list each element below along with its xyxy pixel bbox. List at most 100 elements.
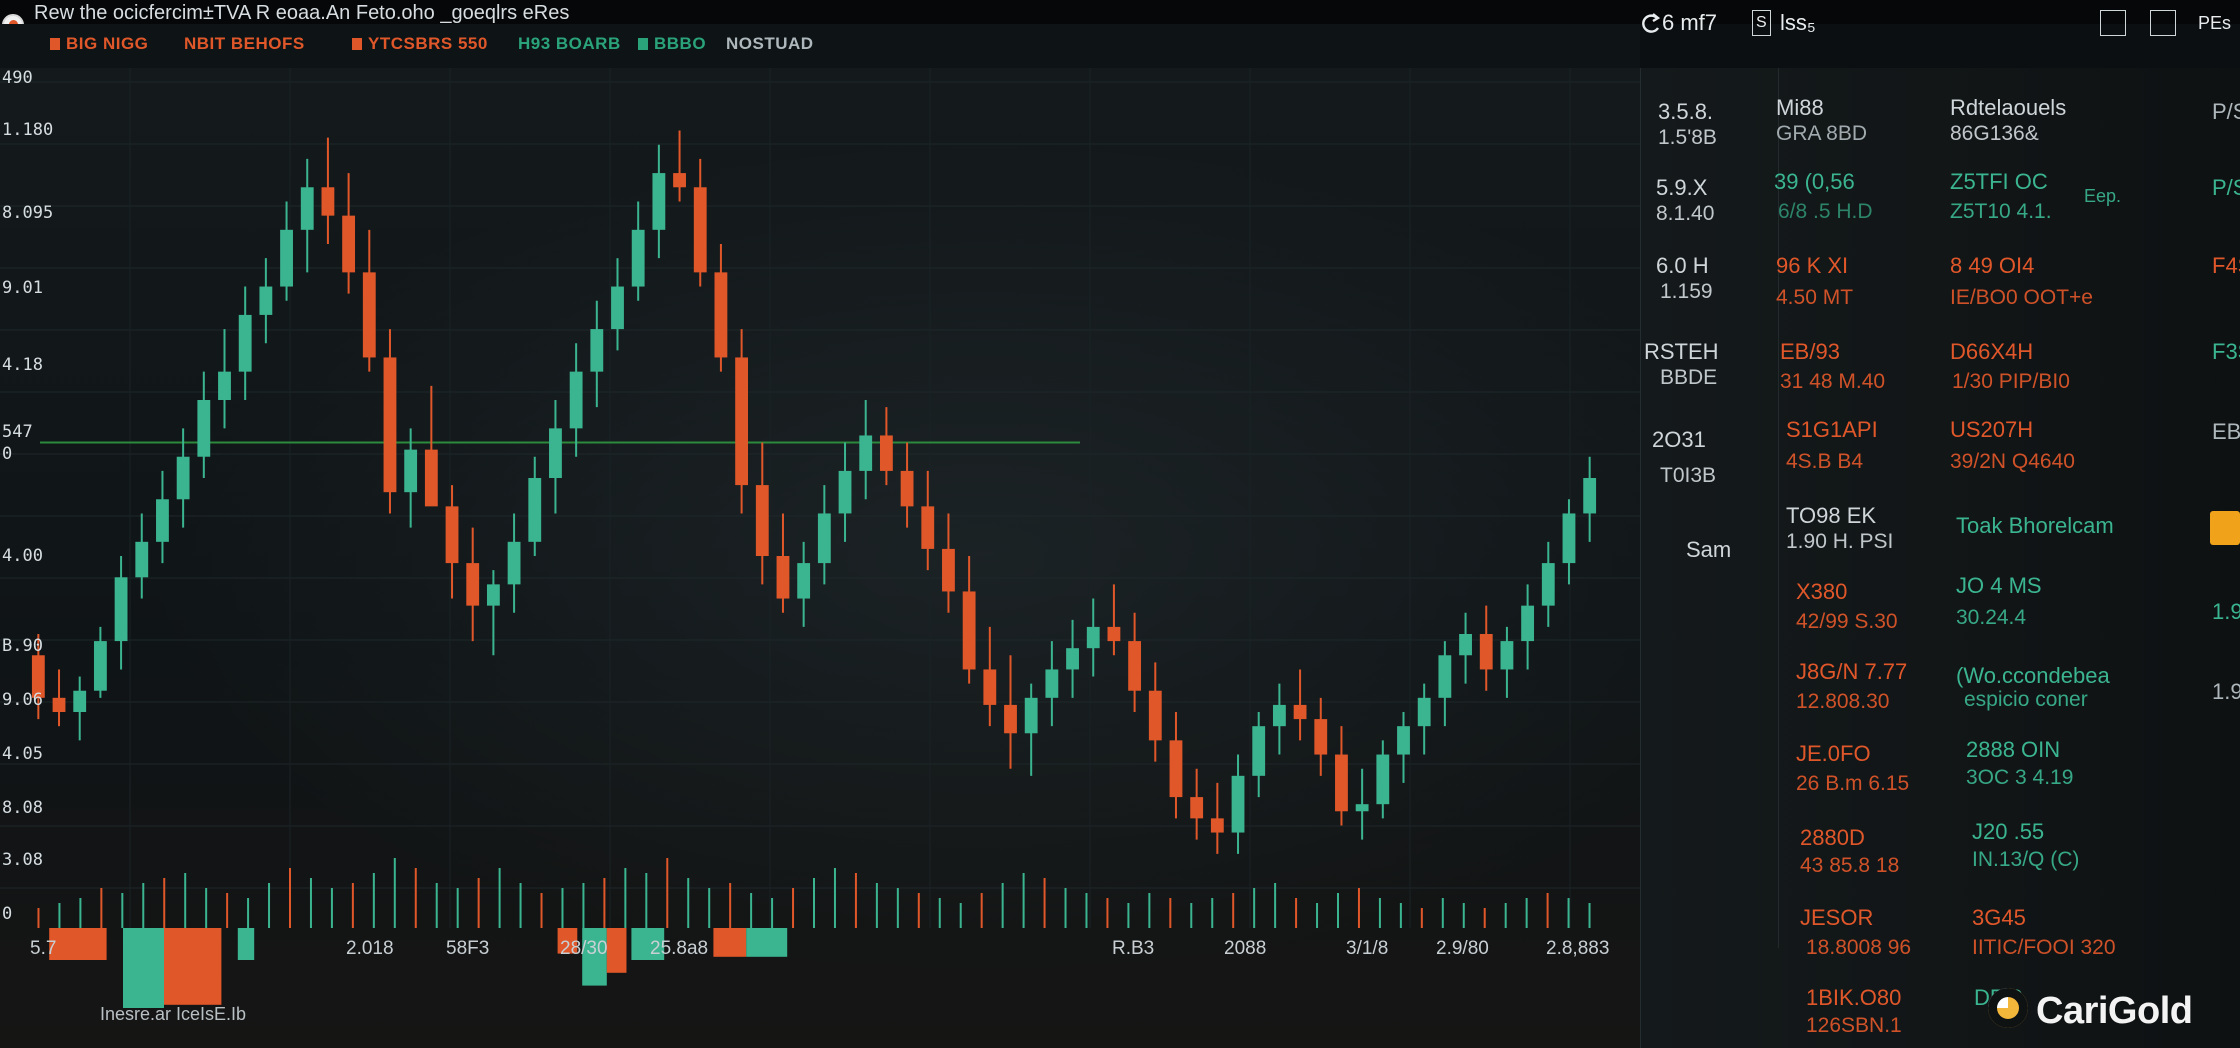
candle-body[interactable] [1210,818,1224,833]
candle-body[interactable] [1169,740,1183,798]
symbol-badge[interactable]: S [1752,10,1771,36]
candle-body[interactable] [1107,626,1121,642]
quote-cell: 96 K XI [1776,253,1849,278]
candle-body[interactable] [859,435,873,471]
candle-body[interactable] [962,591,976,670]
candle-body[interactable] [1004,704,1017,734]
candlestick-chart[interactable] [0,68,1640,1048]
tab-3[interactable]: YTCSBRS 550 [352,34,488,54]
candle-body[interactable] [445,506,459,564]
tab-4[interactable]: H93 BOARB [518,34,621,54]
candle-body[interactable] [879,435,893,471]
candle-body[interactable] [1459,634,1472,656]
quote-cell: Rdtelaouels [1950,95,2067,120]
candle-body[interactable] [1562,513,1576,564]
candle-body[interactable] [735,357,749,486]
candle-body[interactable] [1252,726,1266,776]
quote-cell: 1/30 PIP/BI0 [1952,370,2070,393]
candle-body[interactable] [714,272,728,358]
candle-body[interactable] [1355,804,1369,812]
candle-body[interactable] [1066,648,1079,670]
candle-body[interactable] [300,187,314,230]
candle-body[interactable] [362,272,376,358]
brand-watermark: CariGold [1988,988,2232,1034]
candle-body[interactable] [114,577,128,642]
candle-body[interactable] [1148,690,1162,741]
candle-body[interactable] [1128,641,1142,691]
tab-2[interactable]: NBIT BEHOFS [184,34,305,54]
tab-6[interactable]: NOSTUAD [726,34,814,54]
candle-body[interactable] [652,173,666,230]
price-chart-area[interactable]: 490 1.180 8.095 9.01 4.18 547 0 4.00 B.9… [0,68,1708,1048]
y-axis: 490 1.180 8.095 9.01 4.18 547 0 4.00 B.9… [0,68,53,1048]
candle-body[interactable] [93,641,107,691]
candle-body[interactable] [1521,605,1535,642]
candle-body[interactable] [838,470,852,514]
candle-body[interactable] [1479,634,1493,670]
more-label[interactable]: PEs [2198,10,2231,36]
copy-icon[interactable] [2150,10,2176,36]
candle-body[interactable] [942,548,955,592]
candle-body[interactable] [52,697,66,712]
candle-body[interactable] [611,286,624,330]
candle-body[interactable] [673,173,686,188]
candle-body[interactable] [1024,697,1038,734]
quote-cell: 12.808.30 [1796,690,1890,713]
candle-body[interactable] [197,400,211,457]
candle-body[interactable] [1045,669,1059,698]
candle-body[interactable] [73,690,87,712]
candle-body[interactable] [486,584,500,606]
print-icon[interactable] [2100,10,2126,36]
candle-body[interactable] [176,456,190,500]
candle-body[interactable] [590,329,604,372]
candle-body[interactable] [776,556,790,599]
candle-body[interactable] [817,513,831,564]
quote-cell: 3.5.8. [1658,99,1714,124]
candle-body[interactable] [631,229,645,287]
candle-body[interactable] [1541,563,1555,606]
candle-body[interactable] [1190,797,1204,819]
candle-body[interactable] [1086,626,1100,649]
candle-body[interactable] [321,187,335,216]
candle-body[interactable] [569,371,583,429]
candle-body[interactable] [1500,641,1514,670]
candle-body[interactable] [1397,726,1410,755]
candle-body[interactable] [1583,478,1597,514]
candle-body[interactable] [135,541,149,578]
candle-body[interactable] [755,485,769,556]
candle-body[interactable] [466,563,480,606]
candle-body[interactable] [218,371,231,400]
candle-body[interactable] [507,541,521,585]
candle-body[interactable] [1231,775,1245,833]
refresh-icon[interactable] [1640,10,1662,36]
candle-body[interactable] [280,229,293,287]
candle-body[interactable] [1438,655,1452,698]
candle-body[interactable] [900,470,914,507]
toolbar-label[interactable]: lss₅ [1780,10,1816,36]
candle-body[interactable] [259,286,273,315]
candle-body[interactable] [983,669,997,705]
candle-body[interactable] [549,428,562,478]
candle-body[interactable] [797,563,811,599]
candle-body[interactable] [1376,754,1390,805]
candle-body[interactable] [156,499,169,542]
candle-body[interactable] [1272,704,1286,727]
candle-body[interactable] [1293,704,1307,720]
candle-body[interactable] [921,506,935,549]
candle-body[interactable] [693,187,707,273]
candle-body[interactable] [1417,697,1431,727]
candle-body[interactable] [238,314,252,372]
candle-body[interactable] [1314,719,1328,755]
candle-body[interactable] [404,449,418,493]
histogram-bar [746,928,788,957]
tab-5[interactable]: BBBO [638,34,706,54]
alert-badge[interactable] [2210,511,2240,545]
candle-body[interactable] [383,357,397,493]
tab-1[interactable]: BIG NIGG [50,34,148,54]
quote-cell: 31 48 M.40 [1780,370,1886,393]
candle-body[interactable] [342,215,356,273]
candle-body[interactable] [424,449,438,507]
candle-body[interactable] [1335,754,1348,812]
candle-body[interactable] [528,478,542,542]
symbol-id[interactable]: 6 mf7 [1662,10,1717,36]
